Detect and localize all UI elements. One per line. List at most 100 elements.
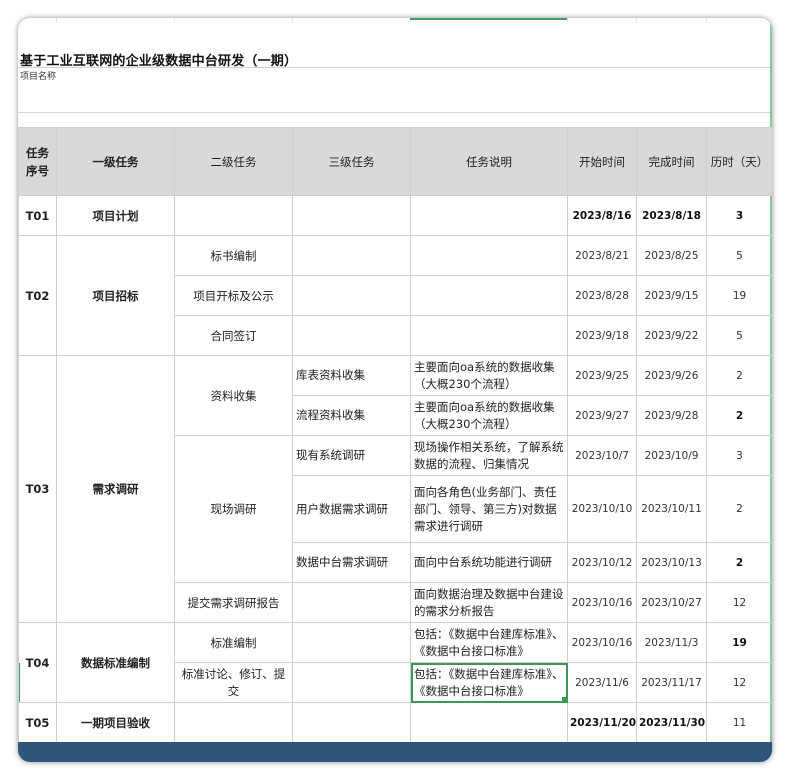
cell-end[interactable]: 2023/9/22 (636, 315, 707, 356)
divider (18, 67, 772, 68)
cell-task-id[interactable]: T02 (18, 235, 57, 356)
cell-description[interactable] (410, 315, 568, 356)
cell-task-id[interactable]: T04 (18, 622, 57, 703)
column-divider (292, 18, 293, 22)
cell-duration[interactable]: 19 (706, 622, 772, 663)
header-description[interactable]: 任务说明 (410, 127, 568, 196)
cell-level3[interactable]: 用户数据需求调研 (292, 475, 411, 543)
cell-level1[interactable]: 数据标准编制 (56, 622, 175, 703)
cell-duration[interactable]: 12 (706, 662, 772, 703)
cell-end[interactable]: 2023/9/28 (636, 395, 707, 436)
cell-task-id[interactable]: T01 (18, 195, 57, 236)
cell-level3[interactable]: 现有系统调研 (292, 435, 411, 476)
cell-end[interactable]: 2023/10/13 (636, 542, 707, 583)
column-divider (706, 18, 707, 22)
cell-level3[interactable] (292, 582, 411, 623)
fill-handle[interactable] (562, 697, 567, 702)
header-end[interactable]: 完成时间 (636, 127, 707, 196)
cell-duration[interactable]: 2 (706, 542, 772, 583)
cell-description[interactable] (410, 195, 568, 236)
cell-end[interactable]: 2023/9/26 (636, 355, 707, 396)
cell-start[interactable]: 2023/10/16 (567, 622, 637, 663)
cell-level1[interactable]: 项目招标 (56, 235, 175, 356)
cell-level2[interactable]: 项目开标及公示 (174, 275, 293, 316)
cell-duration[interactable]: 2 (706, 355, 772, 396)
cell-description[interactable] (410, 235, 568, 276)
cell-description[interactable]: 现场操作相关系统，了解系统数据的流程、归集情况 (410, 435, 568, 476)
cell-duration[interactable]: 5 (706, 315, 772, 356)
selected-column-indicator (410, 18, 567, 20)
cell-start[interactable]: 2023/8/16 (567, 195, 637, 236)
cell-level3[interactable] (292, 622, 411, 663)
header-seq[interactable]: 任务 序号 (18, 127, 57, 196)
cell-task-id[interactable]: T03 (18, 355, 57, 623)
cell-start[interactable]: 2023/9/25 (567, 355, 637, 396)
cell-level3[interactable] (292, 275, 411, 316)
header-start[interactable]: 开始时间 (567, 127, 637, 196)
sheet-subtitle[interactable]: 项目名称 (20, 69, 56, 82)
cell-description[interactable]: 主要面向oa系统的数据收集（大概230个流程） (410, 395, 568, 436)
cell-start[interactable]: 2023/9/27 (567, 395, 637, 436)
header-level1[interactable]: 一级任务 (56, 127, 175, 196)
cell-description[interactable]: 包括：《数据中台建库标准》、《数据中台接口标准》 (410, 622, 568, 663)
cell-level1[interactable]: 一期项目验收 (56, 702, 175, 743)
cell-end[interactable]: 2023/8/25 (636, 235, 707, 276)
cell-end[interactable]: 2023/11/3 (636, 622, 707, 663)
cell-level2[interactable]: 提交需求调研报告 (174, 582, 293, 623)
cell-end[interactable]: 2023/10/11 (636, 475, 707, 543)
cell-description[interactable] (410, 275, 568, 316)
cell-level3[interactable] (292, 315, 411, 356)
cell-end[interactable]: 2023/8/18 (636, 195, 707, 236)
cell-level2[interactable] (174, 195, 293, 236)
cell-duration[interactable]: 3 (706, 195, 772, 236)
cell-level3[interactable]: 库表资料收集 (292, 355, 411, 396)
cell-level2[interactable]: 合同签订 (174, 315, 293, 356)
cell-level2[interactable]: 资料收集 (174, 355, 293, 436)
cell-level3[interactable]: 数据中台需求调研 (292, 542, 411, 583)
cell-description[interactable]: 面向中台系统功能进行调研 (410, 542, 568, 583)
header-level2[interactable]: 二级任务 (174, 127, 293, 196)
cell-duration[interactable]: 5 (706, 235, 772, 276)
cell-end[interactable]: 2023/10/27 (636, 582, 707, 623)
cell-description[interactable]: 面向各角色(业务部门、责任部门、领导、第三方)对数据需求进行调研 (410, 475, 568, 543)
cell-level3[interactable] (292, 662, 411, 703)
cell-start[interactable]: 2023/10/10 (567, 475, 637, 543)
header-row: 任务 序号 一级任务 二级任务 三级任务 任务说明 开始时间 完成时间 历时（天… (18, 127, 772, 196)
cell-description[interactable]: 面向数据治理及数据中台建设的需求分析报告 (410, 582, 568, 623)
cell-start[interactable]: 2023/10/12 (567, 542, 637, 583)
cell-start[interactable]: 2023/11/20 (567, 702, 637, 743)
cell-task-id[interactable]: T05 (18, 702, 57, 743)
cell-level3[interactable]: 流程资料收集 (292, 395, 411, 436)
cell-level2[interactable] (174, 702, 293, 743)
cell-level3[interactable] (292, 702, 411, 743)
cell-duration[interactable]: 2 (706, 475, 772, 543)
cell-description[interactable]: 主要面向oa系统的数据收集（大概230个流程） (410, 355, 568, 396)
cell-end[interactable]: 2023/9/15 (636, 275, 707, 316)
header-duration[interactable]: 历时（天） (706, 127, 772, 196)
cell-duration[interactable]: 11 (706, 702, 772, 743)
cell-start[interactable]: 2023/11/6 (567, 662, 637, 703)
cell-end[interactable]: 2023/11/30 (636, 702, 707, 743)
cell-start[interactable]: 2023/8/28 (567, 275, 637, 316)
cell-duration[interactable]: 19 (706, 275, 772, 316)
cell-level3[interactable] (292, 195, 411, 236)
cell-start[interactable]: 2023/8/21 (567, 235, 637, 276)
cell-end[interactable]: 2023/11/17 (636, 662, 707, 703)
cell-start[interactable]: 2023/9/18 (567, 315, 637, 356)
header-level3[interactable]: 三级任务 (292, 127, 411, 196)
cell-start[interactable]: 2023/10/16 (567, 582, 637, 623)
cell-level2[interactable]: 现场调研 (174, 435, 293, 583)
cell-level3[interactable] (292, 235, 411, 276)
cell-duration[interactable]: 12 (706, 582, 772, 623)
cell-description-selected[interactable]: 包括：《数据中台建库标准》、《数据中台接口标准》 (410, 662, 568, 703)
cell-level2[interactable]: 标准编制 (174, 622, 293, 663)
cell-level1[interactable]: 需求调研 (56, 355, 175, 623)
cell-end[interactable]: 2023/10/9 (636, 435, 707, 476)
cell-start[interactable]: 2023/10/7 (567, 435, 637, 476)
cell-duration[interactable]: 3 (706, 435, 772, 476)
cell-level2[interactable]: 标书编制 (174, 235, 293, 276)
cell-level1[interactable]: 项目计划 (56, 195, 175, 236)
cell-duration[interactable]: 2 (706, 395, 772, 436)
cell-description[interactable] (410, 702, 568, 743)
cell-level2[interactable]: 标准讨论、修订、提交 (174, 662, 293, 703)
